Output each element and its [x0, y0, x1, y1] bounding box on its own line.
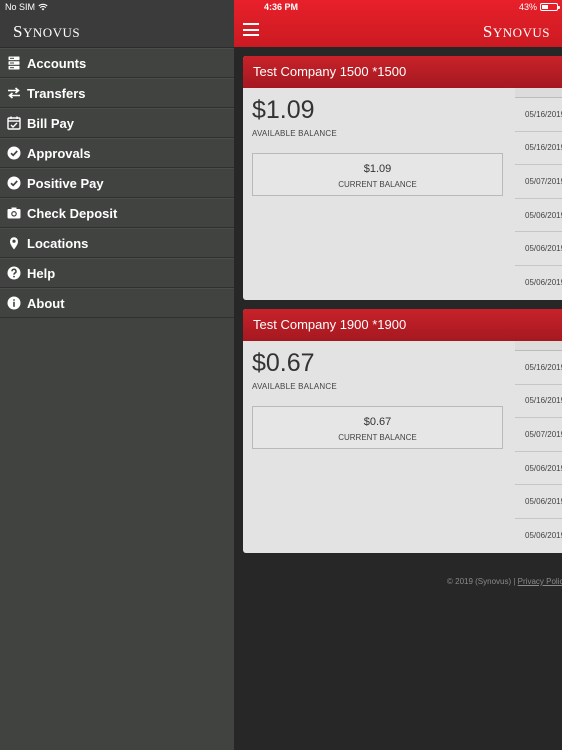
transaction-row[interactable]: 05/07/2019 [515, 418, 562, 452]
menu-item-help[interactable]: Help [0, 258, 234, 288]
status-time: 4:36 PM [263, 2, 298, 12]
menu-label-approvals: Approvals [27, 145, 91, 161]
footer: © 2019 (Synovus) | Privacy Policy [447, 577, 562, 586]
transaction-row[interactable]: 05/06/2019 [515, 452, 562, 486]
transaction-row[interactable]: 05/07/2019 [515, 165, 562, 199]
transaction-list: 05/16/2019 05/16/2019 05/07/2019 05/06/2… [515, 341, 562, 553]
menu-item-bill-pay[interactable]: Bill Pay [0, 108, 234, 138]
menu-label-transfers: Transfers [27, 85, 86, 101]
menu-label-locations: Locations [27, 235, 89, 251]
synovus-logo: SYNOVUS [13, 22, 81, 41]
privacy-policy-link[interactable]: Privacy Policy [518, 577, 562, 586]
menu-list: Accounts Transfers Bill Pay Approvals Po… [0, 48, 234, 318]
transaction-row[interactable]: 05/06/2019 [515, 232, 562, 266]
transaction-list-header [515, 88, 562, 98]
account-card[interactable]: Test Company 1500 *1500 $1.09 AVAILABLE … [243, 56, 562, 300]
hamburger-menu-icon[interactable] [243, 23, 259, 36]
available-balance-label: AVAILABLE BALANCE [252, 129, 337, 138]
location-pin-icon [6, 236, 21, 251]
menu-item-accounts[interactable]: Accounts [0, 48, 234, 78]
menu-item-locations[interactable]: Locations [0, 228, 234, 258]
transaction-row[interactable]: 05/06/2019 [515, 519, 562, 553]
transaction-row[interactable]: 05/06/2019 [515, 485, 562, 519]
camera-icon [6, 206, 21, 221]
transaction-row[interactable]: 05/06/2019 [515, 199, 562, 233]
account-card-body: $1.09 AVAILABLE BALANCE $1.09 CURRENT BA… [243, 88, 562, 300]
account-title[interactable]: Test Company 1500 *1500 [243, 56, 562, 88]
check-circle-icon [6, 146, 21, 161]
available-balance-value: $1.09 [252, 96, 315, 124]
status-bar: No SIM 4:36 PM 43% [0, 0, 562, 16]
current-balance-label: CURRENT BALANCE [338, 433, 417, 442]
help-icon [6, 266, 21, 281]
transaction-row[interactable]: 05/16/2019 [515, 98, 562, 132]
main-content: SYNOVUS Test Company 1500 *1500 $1.09 AV… [234, 0, 562, 750]
synovus-logo: SYNOVUS [482, 22, 550, 41]
available-balance-label: AVAILABLE BALANCE [252, 382, 337, 391]
current-balance-box: $0.67 CURRENT BALANCE [252, 406, 503, 449]
menu-item-check-deposit[interactable]: Check Deposit [0, 198, 234, 228]
transaction-list-header [515, 341, 562, 351]
current-balance-label: CURRENT BALANCE [338, 180, 417, 189]
account-card-body: $0.67 AVAILABLE BALANCE $0.67 CURRENT BA… [243, 341, 562, 553]
current-balance-box: $1.09 CURRENT BALANCE [252, 153, 503, 196]
calendar-check-icon [6, 116, 21, 131]
menu-label-positive-pay: Positive Pay [27, 175, 104, 191]
menu-item-transfers[interactable]: Transfers [0, 78, 234, 108]
current-balance-value: $1.09 [363, 163, 392, 175]
copyright-text: © 2019 (Synovus) | [447, 577, 518, 586]
current-balance-value: $0.67 [363, 416, 392, 428]
transaction-row[interactable]: 05/06/2019 [515, 266, 562, 300]
menu-label-check-deposit: Check Deposit [27, 205, 118, 221]
accounts-icon [6, 56, 21, 71]
transaction-row[interactable]: 05/16/2019 [515, 132, 562, 166]
menu-label-help: Help [27, 265, 56, 281]
menu-item-positive-pay[interactable]: Positive Pay [0, 168, 234, 198]
account-card[interactable]: Test Company 1900 *1900 $0.67 AVAILABLE … [243, 309, 562, 553]
menu-item-about[interactable]: About [0, 288, 234, 318]
menu-label-accounts: Accounts [27, 55, 87, 71]
transaction-row[interactable]: 05/16/2019 [515, 351, 562, 385]
available-balance-value: $0.67 [252, 349, 315, 377]
side-menu: SYNOVUS Accounts Transfers Bill Pay Appr… [0, 0, 234, 750]
transaction-row[interactable]: 05/16/2019 [515, 385, 562, 419]
menu-label-bill-pay: Bill Pay [27, 115, 74, 131]
menu-label-about: About [27, 295, 65, 311]
transaction-list: 05/16/2019 05/16/2019 05/07/2019 05/06/2… [515, 88, 562, 300]
transfer-arrows-icon [6, 86, 21, 101]
info-icon [6, 296, 21, 311]
battery-percent: 43% [518, 2, 537, 12]
battery-icon [540, 3, 560, 11]
check-circle-icon [6, 176, 21, 191]
account-title[interactable]: Test Company 1900 *1900 [243, 309, 562, 341]
battery-fill [542, 5, 549, 9]
status-right: 43% [518, 2, 560, 12]
menu-item-approvals[interactable]: Approvals [0, 138, 234, 168]
